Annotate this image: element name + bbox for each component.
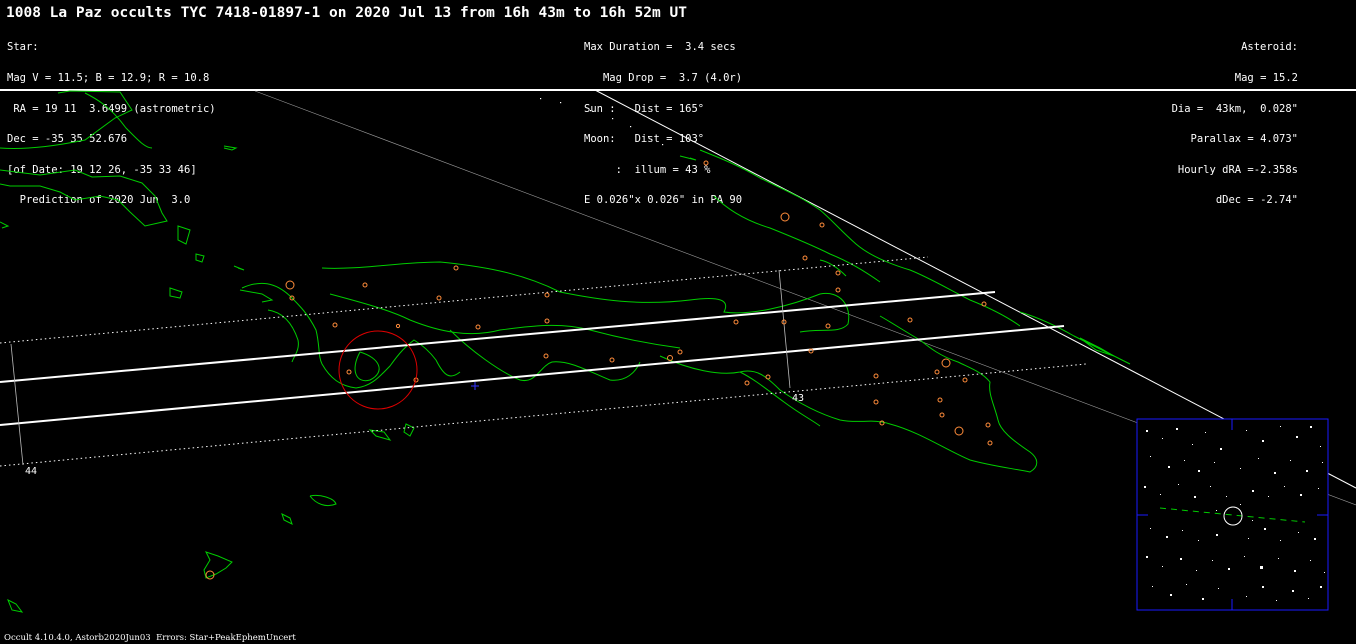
coastlines xyxy=(0,90,1131,613)
occultation-map xyxy=(0,89,1356,613)
software-footer: Occult 4.10.4.0, Astorb2020Jun03 Errors:… xyxy=(4,633,296,643)
time-label-43: 43 xyxy=(792,393,805,404)
shadow-path-limits xyxy=(0,291,1065,426)
star-field-inset xyxy=(1136,418,1329,611)
time-ticks xyxy=(10,269,791,466)
time-label-44: 44 xyxy=(25,466,38,477)
time-tick-43 xyxy=(778,269,791,389)
uncertainty-limits xyxy=(0,256,1087,467)
inset-frame xyxy=(1136,418,1329,611)
center-marker xyxy=(471,382,479,390)
limb-dots xyxy=(540,98,664,146)
asteroid-shadow-circle xyxy=(338,330,418,410)
south-path-limit xyxy=(0,325,1065,426)
time-tick-44 xyxy=(10,343,24,466)
